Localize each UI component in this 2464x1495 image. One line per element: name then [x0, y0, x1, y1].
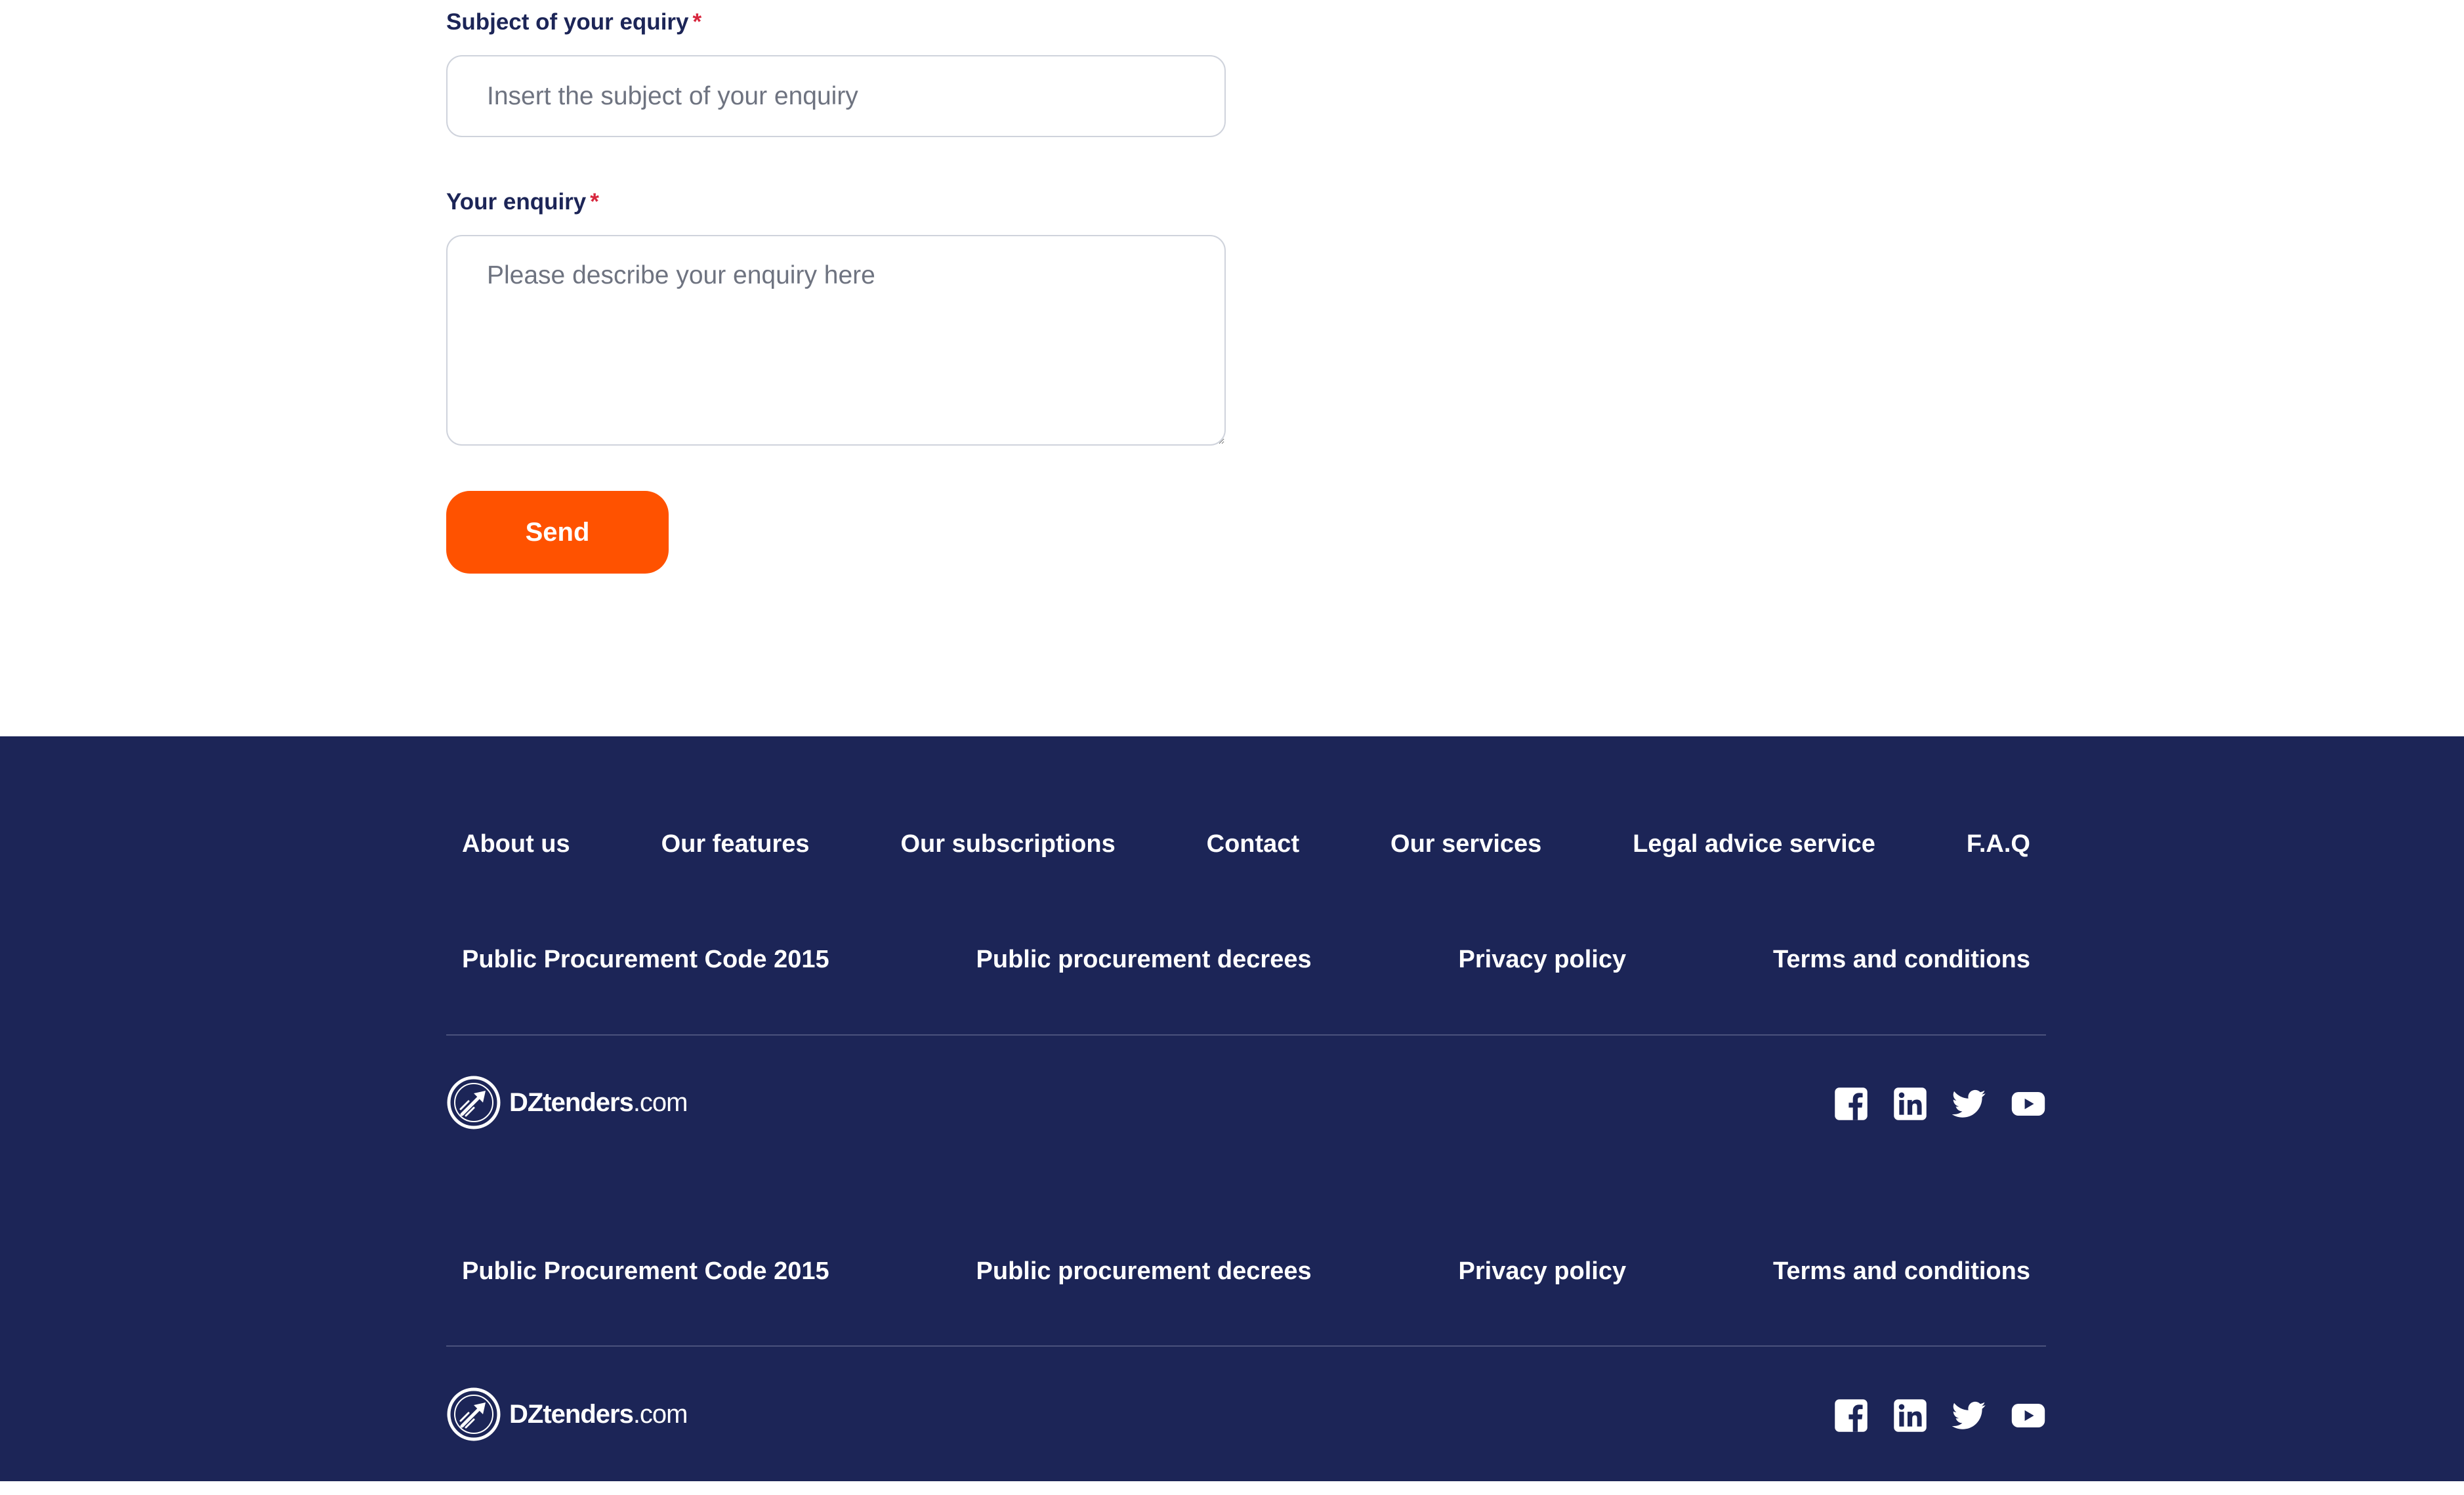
footer-divider — [446, 1034, 2046, 1036]
footer-link-our-subscriptions[interactable]: Our subscriptions — [900, 830, 1115, 858]
subject-label: Subject of your equiry * — [446, 9, 701, 35]
footer-legal-links-secondary: Public Procurement Code 2015 Public proc… — [446, 1245, 2046, 1297]
facebook-link[interactable] — [1833, 1398, 1869, 1433]
footer-link-privacy-policy[interactable]: Privacy policy — [1459, 946, 1627, 974]
footer-link-about-us[interactable]: About us — [462, 830, 570, 858]
footer-divider — [446, 1345, 2046, 1347]
facebook-icon — [1835, 1087, 1868, 1120]
footer-link-terms[interactable]: Terms and conditions — [1773, 946, 2030, 974]
linkedin-link[interactable] — [1892, 1086, 1928, 1122]
subject-input[interactable] — [446, 55, 1226, 137]
footer-link-our-features[interactable]: Our features — [661, 830, 810, 858]
logo-mark-icon — [447, 1076, 501, 1129]
footer-legal-links: Public Procurement Code 2015 Public proc… — [446, 933, 2046, 986]
twitter-icon — [1952, 1401, 1986, 1429]
enquiry-label: Your enquiry * — [446, 189, 599, 215]
required-marker: * — [590, 189, 599, 215]
footer-link-terms[interactable]: Terms and conditions — [1773, 1257, 2030, 1286]
logo-mark-icon — [447, 1387, 501, 1441]
footer-link-legal-advice[interactable]: Legal advice service — [1633, 830, 1875, 858]
footer-link-faq[interactable]: F.A.Q — [1967, 830, 2030, 858]
footer-brand-row: DZtenders.com — [446, 1386, 2046, 1442]
logo-suffix-text: .com — [633, 1399, 688, 1429]
twitter-icon — [1952, 1089, 1986, 1118]
youtube-icon — [2011, 1092, 2045, 1116]
youtube-icon — [2011, 1404, 2045, 1427]
youtube-link[interactable] — [2011, 1398, 2046, 1433]
youtube-link[interactable] — [2011, 1086, 2046, 1122]
footer-link-procurement-code[interactable]: Public Procurement Code 2015 — [462, 946, 829, 974]
footer-link-privacy-policy[interactable]: Privacy policy — [1459, 1257, 1627, 1286]
logo-brand-text: DZtenders — [509, 1399, 634, 1429]
logo-brand-text: DZtenders — [509, 1087, 634, 1117]
twitter-link[interactable] — [1952, 1086, 1987, 1122]
logo-suffix-text: .com — [633, 1087, 688, 1117]
linkedin-icon — [1894, 1087, 1927, 1120]
twitter-link[interactable] — [1952, 1398, 1987, 1433]
linkedin-icon — [1894, 1399, 1927, 1432]
enquiry-textarea[interactable] — [446, 235, 1226, 446]
footer-link-procurement-decrees[interactable]: Public procurement decrees — [976, 1257, 1312, 1286]
social-links — [1810, 1086, 2046, 1122]
footer-link-our-services[interactable]: Our services — [1390, 830, 1541, 858]
dztenders-logo[interactable]: DZtenders.com — [446, 1074, 688, 1131]
site-footer: About us Our features Our subscriptions … — [0, 736, 2464, 1481]
dztenders-logo[interactable]: DZtenders.com — [446, 1386, 688, 1442]
logo-wordmark: DZtenders.com — [509, 1088, 688, 1118]
required-marker: * — [692, 9, 702, 35]
footer-nav: About us Our features Our subscriptions … — [446, 818, 2046, 870]
social-links — [1810, 1398, 2046, 1433]
linkedin-link[interactable] — [1892, 1398, 1928, 1433]
footer-link-procurement-decrees[interactable]: Public procurement decrees — [976, 946, 1312, 974]
send-button[interactable]: Send — [446, 491, 669, 574]
facebook-icon — [1835, 1399, 1868, 1432]
logo-wordmark: DZtenders.com — [509, 1400, 688, 1429]
facebook-link[interactable] — [1833, 1086, 1869, 1122]
enquiry-label-text: Your enquiry — [446, 189, 587, 215]
subject-label-text: Subject of your equiry — [446, 9, 689, 35]
footer-link-procurement-code[interactable]: Public Procurement Code 2015 — [462, 1257, 829, 1286]
footer-link-contact[interactable]: Contact — [1207, 830, 1299, 858]
footer-brand-row: DZtenders.com — [446, 1074, 2046, 1131]
